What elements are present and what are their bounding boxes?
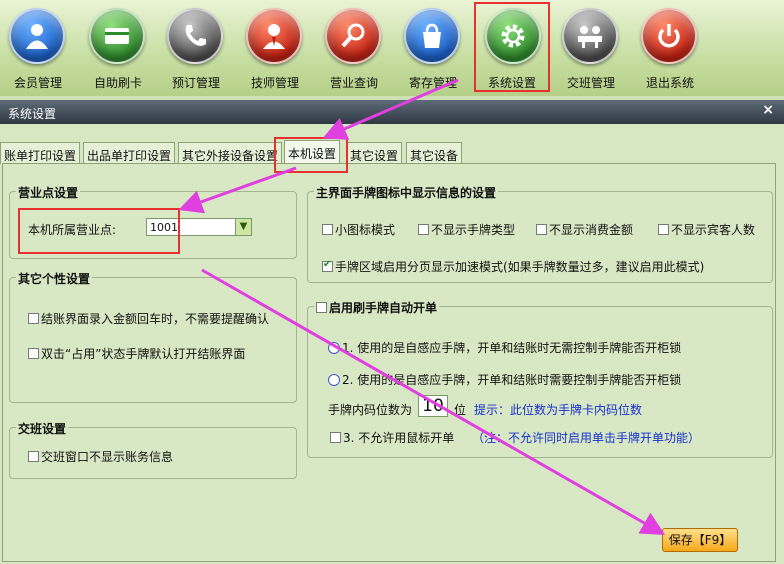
bag-icon <box>404 8 460 64</box>
handover-icon <box>562 8 618 64</box>
group-title: 其它个性设置 <box>16 270 93 287</box>
checkbox[interactable] <box>536 224 547 235</box>
checkbox[interactable] <box>418 224 429 235</box>
gear-icon <box>485 8 541 64</box>
tab-order-print[interactable]: 出品单打印设置 <box>83 142 176 164</box>
toolbar-label: 寄存管理 <box>408 76 457 90</box>
phone-icon <box>167 8 223 64</box>
annotation-box-tab <box>274 137 348 173</box>
toolbar-member-button[interactable]: 会员管理 <box>0 4 76 92</box>
code-length-input[interactable]: 10 <box>418 395 448 417</box>
personal-opt2[interactable]: 双击“占用”状态手牌默认打开结账界面 <box>28 345 245 362</box>
member-icon <box>9 8 65 64</box>
toolbar-label: 退出系统 <box>645 76 694 90</box>
tab-other-devices[interactable]: 其它设备 <box>406 142 463 164</box>
tab-external-device[interactable]: 其它外接设备设置 <box>178 142 283 164</box>
code-length-label: 手牌内码位数为 <box>328 403 413 417</box>
radio[interactable] <box>328 374 340 386</box>
opt-hide-type[interactable]: 不显示手牌类型 <box>418 221 515 238</box>
radio-lock[interactable]: 2. 使用的是自感应手牌，开单和结账时需要控制手牌能否开柜锁 <box>328 371 681 388</box>
auto-open-group: 启用刷手牌自动开单 1. 使用的是自感应手牌，开单和结账时无需控制手牌能否开柜锁… <box>307 299 773 458</box>
auto-open-title[interactable]: 启用刷手牌自动开单 <box>314 299 440 316</box>
code-length-hint: 提示：此位数为手牌卡内码位数 <box>474 403 643 417</box>
opt-small-icon[interactable]: 小图标模式 <box>322 221 395 238</box>
display-group: 主界面手牌图标中显示信息的设置 小图标模式 不显示手牌类型 不显示消费金额 不显… <box>307 184 773 283</box>
checkbox[interactable] <box>28 348 39 359</box>
toolbar-exit-button[interactable]: 退出系统 <box>632 4 708 92</box>
toolbar-label: 预订管理 <box>171 76 220 90</box>
tab-bill-print[interactable]: 账单打印设置 <box>0 142 81 164</box>
checkbox[interactable] <box>28 451 39 462</box>
save-button[interactable]: 保存【F9】 <box>662 528 738 552</box>
tab-other-settings[interactable]: 其它设置 <box>346 142 403 164</box>
window-title: 系统设置 <box>8 107 57 121</box>
mouse-note: （注：不允许同时启用单击手牌开单功能） <box>472 431 701 445</box>
code-length-unit: 位 <box>454 403 467 417</box>
checkbox[interactable] <box>658 224 669 235</box>
toolbar-card-button[interactable]: 自助刷卡 <box>80 4 156 92</box>
annotation-box-field <box>18 208 180 254</box>
checkbox[interactable] <box>28 313 39 324</box>
toolbar-label: 系统设置 <box>487 76 536 90</box>
opt-hide-guests[interactable]: 不显示宾客人数 <box>658 221 755 238</box>
toolbar-query-button[interactable]: 营业查询 <box>316 4 392 92</box>
card-icon <box>89 8 145 64</box>
toolbar-label: 交班管理 <box>566 76 615 90</box>
toolbar-label: 会员管理 <box>13 76 62 90</box>
checkbox[interactable] <box>316 302 327 313</box>
group-title: 主界面手牌图标中显示信息的设置 <box>314 184 499 201</box>
tab-bar: 账单打印设置 出品单打印设置 其它外接设备设置 本机设置 其它设置 其它设备 <box>0 140 784 164</box>
toolbar-storage-button[interactable]: 寄存管理 <box>395 4 471 92</box>
toolbar-handover-button[interactable]: 交班管理 <box>553 4 629 92</box>
checkbox[interactable] <box>330 432 341 443</box>
opt-hide-amount[interactable]: 不显示消费金额 <box>536 221 633 238</box>
toolbar-label: 自助刷卡 <box>93 76 142 90</box>
toolbar-label: 技师管理 <box>250 76 299 90</box>
close-icon[interactable]: × <box>762 102 774 118</box>
shift-group: 交班设置 交班窗口不显示账务信息 <box>9 420 297 479</box>
chevron-down-icon[interactable]: ▼ <box>235 219 251 235</box>
group-title: 交班设置 <box>16 420 69 437</box>
radio-no-lock[interactable]: 1. 使用的是自感应手牌，开单和结账时无需控制手牌能否开柜锁 <box>328 339 681 356</box>
toolbar-booking-button[interactable]: 预订管理 <box>158 4 234 92</box>
personal-opt1[interactable]: 结账界面录入金额回车时，不需要提醒确认 <box>28 310 269 327</box>
search-icon <box>325 8 381 64</box>
opt-no-mouse[interactable]: 3. 不允许用鼠标开单 <box>330 429 454 446</box>
shift-opt1[interactable]: 交班窗口不显示账务信息 <box>28 448 173 465</box>
power-icon <box>641 8 697 64</box>
settings-window: 系统设置 × 账单打印设置 出品单打印设置 其它外接设备设置 本机设置 其它设置… <box>0 100 784 564</box>
main-toolbar: 会员管理 自助刷卡 预订管理 技师管理 营业查询 寄存管理 系统设置 交班管理 … <box>0 0 784 96</box>
opt-paging-mode[interactable]: 手牌区域启用分页显示加速模式(如果手牌数量过多，建议启用此模式) <box>322 258 704 275</box>
radio[interactable] <box>328 342 340 354</box>
technician-icon <box>246 8 302 64</box>
toolbar-settings-button[interactable]: 系统设置 <box>474 2 550 92</box>
toolbar-label: 营业查询 <box>329 76 378 90</box>
personal-group: 其它个性设置 结账界面录入金额回车时，不需要提醒确认 双击“占用”状态手牌默认打… <box>9 270 297 403</box>
checkbox-checked[interactable] <box>322 259 333 272</box>
toolbar-technician-button[interactable]: 技师管理 <box>237 4 313 92</box>
window-titlebar: 系统设置 × <box>0 100 784 124</box>
checkbox[interactable] <box>322 224 333 235</box>
group-title: 营业点设置 <box>16 184 81 201</box>
